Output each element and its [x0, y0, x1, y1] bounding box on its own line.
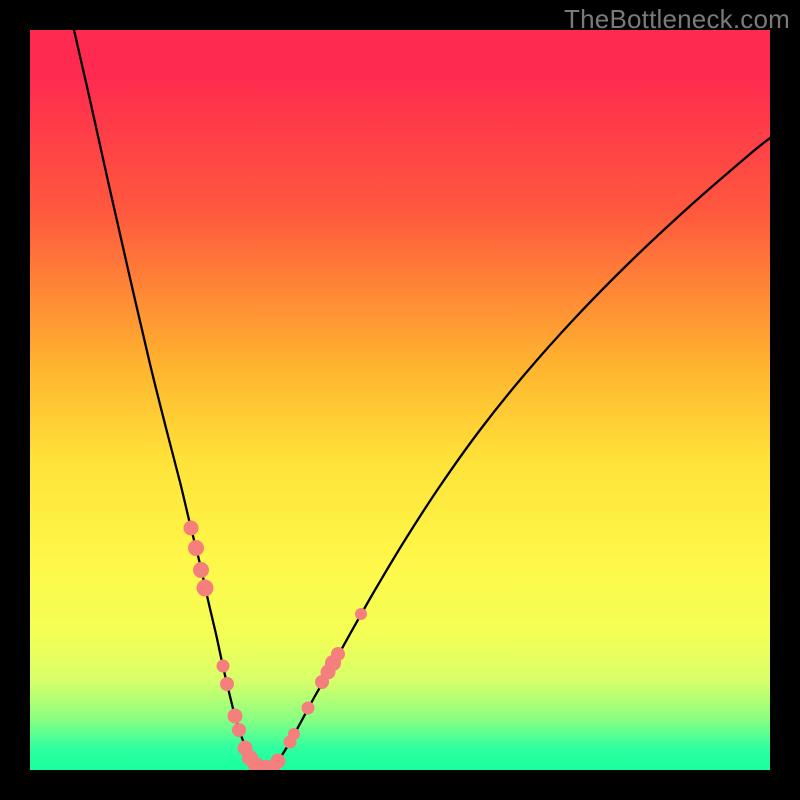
watermark-text: TheBottleneck.com	[564, 4, 790, 35]
data-point-dot	[302, 702, 315, 715]
data-point-dot	[193, 562, 209, 578]
data-point-dot	[331, 647, 345, 661]
chart-svg	[30, 30, 770, 770]
data-point-dot	[355, 608, 367, 620]
data-point-dot	[271, 754, 286, 769]
data-point-dot	[197, 580, 214, 597]
data-point-dot	[184, 521, 199, 536]
data-point-dot	[220, 677, 234, 691]
data-point-dot	[228, 709, 243, 724]
gradient-plot-area	[30, 30, 770, 770]
highlighted-points-group	[184, 521, 368, 771]
data-point-dot	[188, 540, 204, 556]
bottleneck-curve	[74, 30, 770, 768]
data-point-dot	[232, 723, 246, 737]
outer-frame: TheBottleneck.com	[0, 0, 800, 800]
data-point-dot	[217, 660, 230, 673]
data-point-dot	[288, 728, 300, 740]
